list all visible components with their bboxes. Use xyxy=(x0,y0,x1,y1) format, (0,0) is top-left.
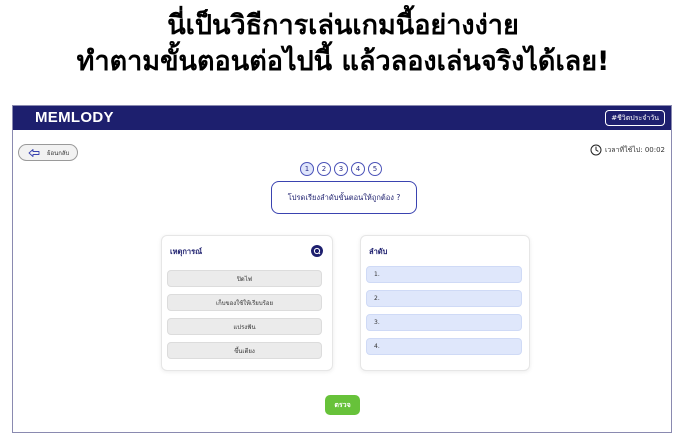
brand-logo: MEMLODY xyxy=(35,109,114,126)
step-3: 3 xyxy=(334,162,348,176)
tutorial-headline: นี่เป็นวิธีการเล่นเกมนี้อย่างง่าย ทำตามข… xyxy=(0,8,686,80)
clock-icon xyxy=(590,144,602,156)
category-tag-button[interactable]: #ชีวิตประจำวัน xyxy=(605,110,665,126)
headline-line-1: นี่เป็นวิธีการเล่นเกมนี้อย่างง่าย xyxy=(167,10,519,41)
events-card: เหตุการณ์ ปิดไฟ เก็บของใช้ให้เรียบร้อย แ… xyxy=(161,235,333,371)
order-slot[interactable]: 2. xyxy=(366,290,522,307)
back-arrow-icon xyxy=(28,148,40,157)
step-1: 1 xyxy=(300,162,314,176)
order-card: ลำดับ 1. 2. 3. 4. xyxy=(360,235,530,371)
check-button[interactable]: ตรวจ xyxy=(325,395,360,415)
step-4: 4 xyxy=(351,162,365,176)
timer-text: เวลาที่ใช้ไป: 00:02 xyxy=(604,145,665,154)
elapsed-timer: เวลาที่ใช้ไป: 00:02 xyxy=(590,144,665,156)
step-2: 2 xyxy=(317,162,331,176)
help-icon[interactable] xyxy=(311,245,323,257)
event-item[interactable]: เก็บของใช้ให้เรียบร้อย xyxy=(167,294,322,311)
app-window: MEMLODY #ชีวิตประจำวัน ย้อนกลับ เวลาที่ใ… xyxy=(12,105,672,433)
top-bar: MEMLODY #ชีวิตประจำวัน xyxy=(13,106,671,130)
question-prompt: โปรดเรียงลำดับขั้นตอนให้ถูกต้อง ? xyxy=(271,181,417,214)
step-5: 5 xyxy=(368,162,382,176)
back-button-label: ย้อนกลับ xyxy=(47,149,70,157)
events-card-title: เหตุการณ์ xyxy=(170,247,203,256)
order-slot[interactable]: 4. xyxy=(366,338,522,355)
order-slot[interactable]: 1. xyxy=(366,266,522,283)
event-item[interactable]: แปรงฟัน xyxy=(167,318,322,335)
order-card-title: ลำดับ xyxy=(369,247,388,256)
event-item[interactable]: ปิดไฟ xyxy=(167,270,322,287)
headline-line-2: ทำตามขั้นตอนต่อไปนี้ แล้วลองเล่นจริงได้เ… xyxy=(76,46,610,77)
event-item[interactable]: ขึ้นเตียง xyxy=(167,342,322,359)
step-indicator: 1 2 3 4 5 xyxy=(300,162,385,176)
order-slot[interactable]: 3. xyxy=(366,314,522,331)
back-button[interactable]: ย้อนกลับ xyxy=(18,144,78,161)
